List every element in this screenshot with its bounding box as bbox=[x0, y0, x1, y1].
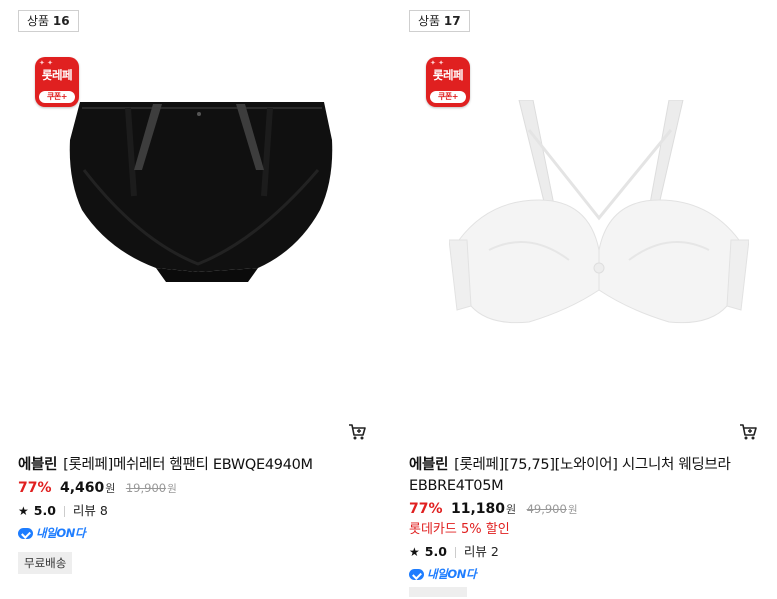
star-icon: ★ bbox=[18, 504, 29, 518]
rank-label: 상품 bbox=[418, 14, 441, 28]
rank-tag: 상품 17 bbox=[409, 10, 470, 32]
rating-score: 5.0 bbox=[424, 544, 447, 559]
divider bbox=[63, 505, 65, 517]
rating-row: ★ 5.0 리뷰 2 bbox=[409, 542, 761, 562]
rank-label: 상품 bbox=[27, 14, 50, 28]
original-currency-unit: 원 bbox=[567, 504, 578, 516]
coupon-badge-title: 롯레페 bbox=[41, 68, 73, 82]
delivery-check-icon bbox=[409, 568, 424, 580]
currency-unit: 원 bbox=[105, 482, 116, 495]
delivery-label: 내일ON다 bbox=[36, 526, 86, 540]
rating-score: 5.0 bbox=[33, 503, 56, 518]
review-count: 리뷰 2 bbox=[463, 544, 499, 559]
divider bbox=[454, 546, 456, 558]
delivery-label: 내일ON다 bbox=[427, 567, 477, 581]
add-to-cart-icon[interactable] bbox=[739, 423, 757, 441]
original-price: 49,900 bbox=[526, 502, 567, 516]
panty-image bbox=[69, 102, 333, 282]
rank-number: 17 bbox=[443, 14, 461, 28]
review-count: 리뷰 8 bbox=[72, 503, 108, 518]
add-to-cart-icon[interactable] bbox=[348, 423, 366, 441]
price-row: 77% 11,180원 49,900원 bbox=[409, 499, 761, 520]
discount-rate: 77% bbox=[409, 501, 443, 517]
product-info: 에블린 [롯레페][75,75][노와이어] 시그니처 웨딩브라 EBBRE4T0… bbox=[409, 455, 761, 599]
delivery-badge: 내일ON다 bbox=[409, 566, 761, 582]
product-name: [롯레페][75,75][노와이어] 시그니처 웨딩브라 EBBRE4T05M bbox=[409, 457, 731, 494]
rank-number: 16 bbox=[52, 14, 70, 28]
coupon-badge-title: 롯레페 bbox=[432, 68, 464, 82]
currency-unit: 원 bbox=[506, 503, 517, 516]
sale-price: 4,460 bbox=[59, 480, 105, 496]
rank-tag: 상품 16 bbox=[18, 10, 79, 32]
original-price: 19,900 bbox=[125, 481, 167, 495]
product-thumbnail[interactable]: ✦ ✦ 롯레페 쿠폰+ bbox=[18, 40, 378, 430]
product-title[interactable]: 에블린 [롯레페][75,75][노와이어] 시그니처 웨딩브라 EBBRE4T0… bbox=[409, 455, 761, 497]
product-title[interactable]: 에블린 [롯레페]메쉬레터 헴팬티 EBWQE4940M bbox=[18, 455, 370, 476]
brand-name: 에블린 bbox=[409, 457, 449, 473]
star-icon: ★ bbox=[409, 545, 420, 559]
rating-row: ★ 5.0 리뷰 8 bbox=[18, 501, 370, 521]
sparkle-icon: ✦ ✦ bbox=[430, 59, 444, 67]
product-info: 에블린 [롯레페]메쉬레터 헴팬티 EBWQE4940M 77% 4,460원 1… bbox=[18, 455, 370, 574]
card-discount-text: 롯데카드 5% 할인 bbox=[409, 522, 510, 537]
price-row: 77% 4,460원 19,900원 bbox=[18, 478, 370, 499]
product-card[interactable]: 상품 17 ✦ ✦ 롯레페 쿠폰+ 에블린 [롯레페][75,75][노와이어] … bbox=[391, 0, 763, 599]
shipping-badge-partial bbox=[409, 587, 467, 597]
bra-image bbox=[449, 100, 749, 324]
free-shipping-badge: 무료배송 bbox=[18, 552, 73, 574]
delivery-check-icon bbox=[18, 527, 33, 539]
product-thumbnail[interactable]: ✦ ✦ 롯레페 쿠폰+ bbox=[409, 40, 769, 430]
product-card[interactable]: 상품 16 ✦ ✦ 롯레페 쿠폰+ 에블린 [롯레페]메쉬레터 헴팬티 EBWQE… bbox=[0, 0, 372, 599]
brand-name: 에블린 bbox=[18, 457, 58, 473]
sale-price: 11,180 bbox=[450, 501, 505, 517]
delivery-badge: 내일ON다 bbox=[18, 525, 370, 541]
product-name: [롯레페]메쉬레터 헴팬티 EBWQE4940M bbox=[63, 457, 313, 473]
sparkle-icon: ✦ ✦ bbox=[39, 59, 53, 67]
discount-rate: 77% bbox=[18, 480, 52, 496]
original-currency-unit: 원 bbox=[167, 483, 177, 495]
